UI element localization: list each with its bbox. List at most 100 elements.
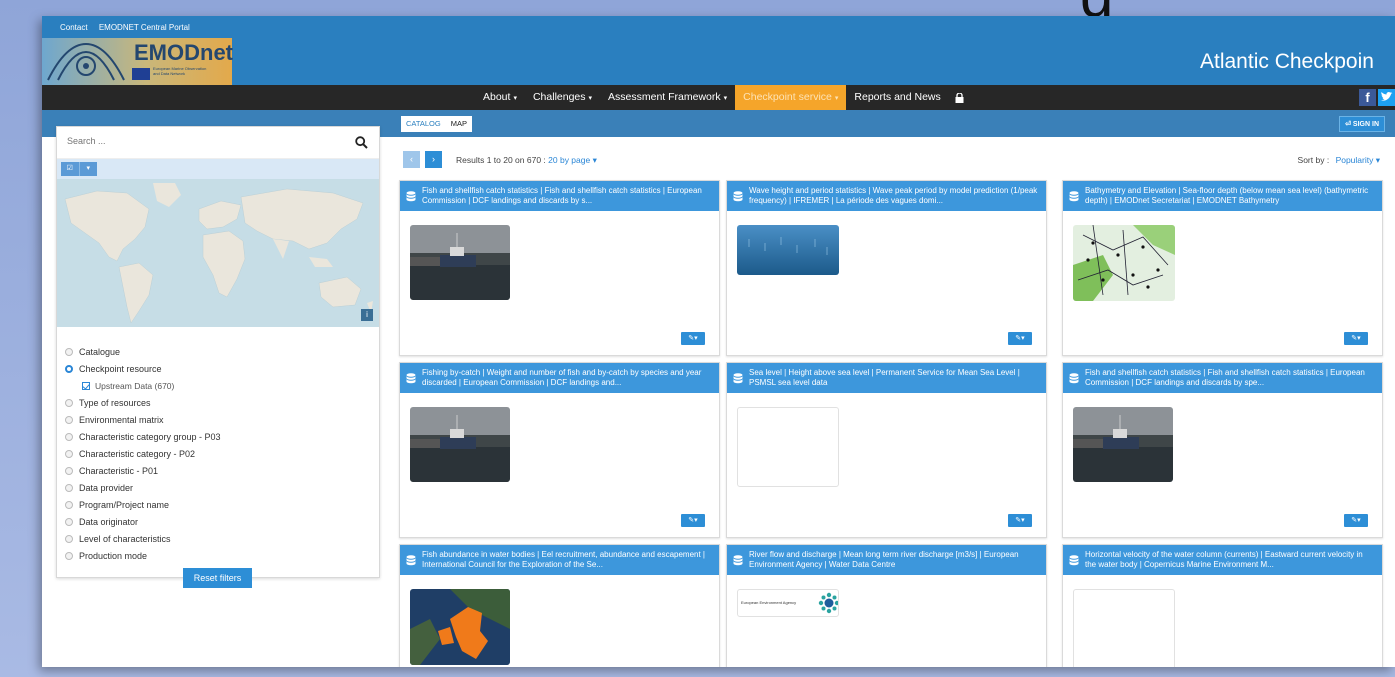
result-card[interactable]: Wave height and period statistics | Wave… bbox=[726, 180, 1047, 356]
radio-icon bbox=[65, 466, 73, 475]
result-card[interactable]: Sea level | Height above sea level | Per… bbox=[726, 362, 1047, 538]
card-actions-button[interactable]: ✎▾ bbox=[1008, 514, 1032, 527]
card-thumbnail-europe-map[interactable] bbox=[410, 589, 510, 665]
draw-tool-button[interactable]: ☑ ▾ bbox=[61, 162, 97, 176]
nav-challenges[interactable]: Challenges ▾ bbox=[525, 85, 600, 110]
logo-wordmark: EMODnet bbox=[134, 40, 233, 65]
radio-selected-icon bbox=[65, 364, 73, 373]
card-thumbnail-eea-logo[interactable]: European Environment Agency bbox=[737, 589, 839, 617]
search-icon[interactable] bbox=[355, 136, 368, 149]
lock-icon[interactable] bbox=[955, 92, 964, 103]
radio-icon bbox=[65, 517, 73, 526]
filter-characteristic[interactable]: Characteristic - P01 bbox=[65, 462, 221, 479]
result-card[interactable]: Fish and shellfish catch statistics | Fi… bbox=[399, 180, 720, 356]
card-title[interactable]: Sea level | Height above sea level | Per… bbox=[727, 363, 1046, 393]
world-map-land bbox=[64, 183, 373, 324]
emodnet-logo[interactable]: EMODnet European Marine Observation and … bbox=[42, 38, 233, 85]
database-icon bbox=[1069, 191, 1079, 202]
top-links: Contact EMODNET Central Portal bbox=[60, 23, 199, 32]
card-title[interactable]: Bathymetry and Elevation | Sea-floor dep… bbox=[1063, 181, 1382, 211]
eea-logo-icon bbox=[818, 592, 838, 614]
eea-logo-text: European Environment Agency bbox=[741, 600, 797, 605]
logo-subtitle: European Marine Observation and Data Net… bbox=[153, 66, 207, 76]
tab-catalog[interactable]: CATALOG bbox=[401, 116, 446, 132]
facet-filters: Catalogue Checkpoint resource Upstream D… bbox=[65, 343, 221, 564]
facebook-icon[interactable]: f bbox=[1359, 89, 1376, 106]
card-thumbnail-waves[interactable] bbox=[737, 225, 839, 275]
main-nav: About ▾ Challenges ▾ Assessment Framework ▾… bbox=[42, 85, 1395, 110]
nav-assessment-framework[interactable]: Assessment Framework ▾ bbox=[600, 85, 735, 110]
sign-in-button[interactable]: ⏎ SIGN IN bbox=[1339, 116, 1385, 132]
result-card[interactable]: Fish and shellfish catch statistics | Fi… bbox=[1062, 362, 1383, 538]
radio-icon bbox=[65, 449, 73, 458]
next-page-button[interactable]: › bbox=[425, 151, 442, 168]
card-actions-button[interactable]: ✎▾ bbox=[681, 514, 705, 527]
card-thumbnail-empty[interactable] bbox=[1073, 589, 1175, 667]
database-icon bbox=[406, 191, 416, 202]
card-title[interactable]: Fishing by-catch | Weight and number of … bbox=[400, 363, 719, 393]
card-title[interactable]: River flow and discharge | Mean long ter… bbox=[727, 545, 1046, 575]
filter-catalogue[interactable]: Catalogue bbox=[65, 343, 221, 360]
card-title[interactable]: Horizontal velocity of the water column … bbox=[1063, 545, 1382, 575]
card-thumbnail-harbour[interactable] bbox=[410, 225, 510, 300]
result-card[interactable]: River flow and discharge | Mean long ter… bbox=[726, 544, 1047, 667]
filter-level-of-characteristics[interactable]: Level of characteristics bbox=[65, 530, 221, 547]
previous-page-button[interactable]: ‹ bbox=[403, 151, 420, 168]
database-icon bbox=[1069, 555, 1079, 566]
radio-icon bbox=[65, 534, 73, 543]
card-thumbnail-harbour[interactable] bbox=[410, 407, 510, 482]
radio-icon bbox=[65, 432, 73, 441]
world-map[interactable]: i bbox=[57, 179, 379, 327]
nav-checkpoint-service[interactable]: Checkpoint service ▾ bbox=[735, 85, 847, 110]
result-card[interactable]: Bathymetry and Elevation | Sea-floor dep… bbox=[1062, 180, 1383, 356]
search-bar bbox=[57, 127, 379, 159]
chevron-down-icon: ▾ bbox=[86, 165, 90, 172]
filter-environmental-matrix[interactable]: Environmental matrix bbox=[65, 411, 221, 428]
tab-map[interactable]: MAP bbox=[446, 116, 472, 132]
filter-checkpoint-resource[interactable]: Checkpoint resource bbox=[65, 360, 221, 377]
search-input[interactable] bbox=[67, 136, 317, 146]
twitter-icon[interactable] bbox=[1378, 89, 1395, 106]
filter-program-project[interactable]: Program/Project name bbox=[65, 496, 221, 513]
radio-icon bbox=[65, 500, 73, 509]
filter-upstream-data[interactable]: Upstream Data (670) bbox=[65, 377, 221, 394]
eu-flag-icon bbox=[132, 68, 150, 80]
filter-characteristic-category-group[interactable]: Characteristic category group - P03 bbox=[65, 428, 221, 445]
result-card[interactable]: Fishing by-catch | Weight and number of … bbox=[399, 362, 720, 538]
card-actions-button[interactable]: ✎▾ bbox=[1344, 332, 1368, 345]
central-portal-link[interactable]: EMODNET Central Portal bbox=[99, 23, 190, 32]
card-title[interactable]: Fish and shellfish catch statistics | Fi… bbox=[400, 181, 719, 211]
filter-type-of-resources[interactable]: Type of resources bbox=[65, 394, 221, 411]
database-icon bbox=[733, 373, 743, 384]
result-card[interactable]: Fish abundance in water bodies | Eel rec… bbox=[399, 544, 720, 667]
radio-icon bbox=[65, 415, 73, 424]
per-page-dropdown[interactable]: 20 by page ▾ bbox=[548, 155, 597, 165]
card-title[interactable]: Wave height and period statistics | Wave… bbox=[727, 181, 1046, 211]
sort-dropdown[interactable]: Popularity ▾ bbox=[1336, 155, 1380, 165]
radio-icon bbox=[65, 551, 73, 560]
nav-about[interactable]: About ▾ bbox=[475, 85, 525, 110]
card-actions-button[interactable]: ✎▾ bbox=[1008, 332, 1032, 345]
card-thumbnail-harbour[interactable] bbox=[1073, 407, 1173, 482]
filter-data-provider[interactable]: Data provider bbox=[65, 479, 221, 496]
card-thumbnail-bathymetry[interactable] bbox=[1073, 225, 1175, 301]
nav-reports-and-news[interactable]: Reports and News bbox=[846, 85, 948, 110]
card-title[interactable]: Fish and shellfish catch statistics | Fi… bbox=[1063, 363, 1382, 393]
database-icon bbox=[406, 373, 416, 384]
card-title[interactable]: Fish abundance in water bodies | Eel rec… bbox=[400, 545, 719, 575]
results-count: Results 1 to 20 on 670 : 20 by page ▾ bbox=[456, 155, 597, 165]
card-actions-button[interactable]: ✎▾ bbox=[1344, 514, 1368, 527]
database-icon bbox=[733, 555, 743, 566]
map-tools: ☑ ▾ bbox=[57, 159, 379, 179]
map-info-icon[interactable]: i bbox=[361, 309, 373, 321]
filter-characteristic-category[interactable]: Characteristic category - P02 bbox=[65, 445, 221, 462]
filter-data-originator[interactable]: Data originator bbox=[65, 513, 221, 530]
contact-link[interactable]: Contact bbox=[60, 23, 88, 32]
card-actions-button[interactable]: ✎▾ bbox=[681, 332, 705, 345]
database-icon bbox=[1069, 373, 1079, 384]
view-tabs: CATALOG MAP bbox=[401, 116, 472, 132]
result-card[interactable]: Horizontal velocity of the water column … bbox=[1062, 544, 1383, 667]
filter-production-mode[interactable]: Production mode bbox=[65, 547, 221, 564]
reset-filters-button[interactable]: Reset filters bbox=[183, 568, 252, 588]
card-thumbnail-empty[interactable] bbox=[737, 407, 839, 487]
